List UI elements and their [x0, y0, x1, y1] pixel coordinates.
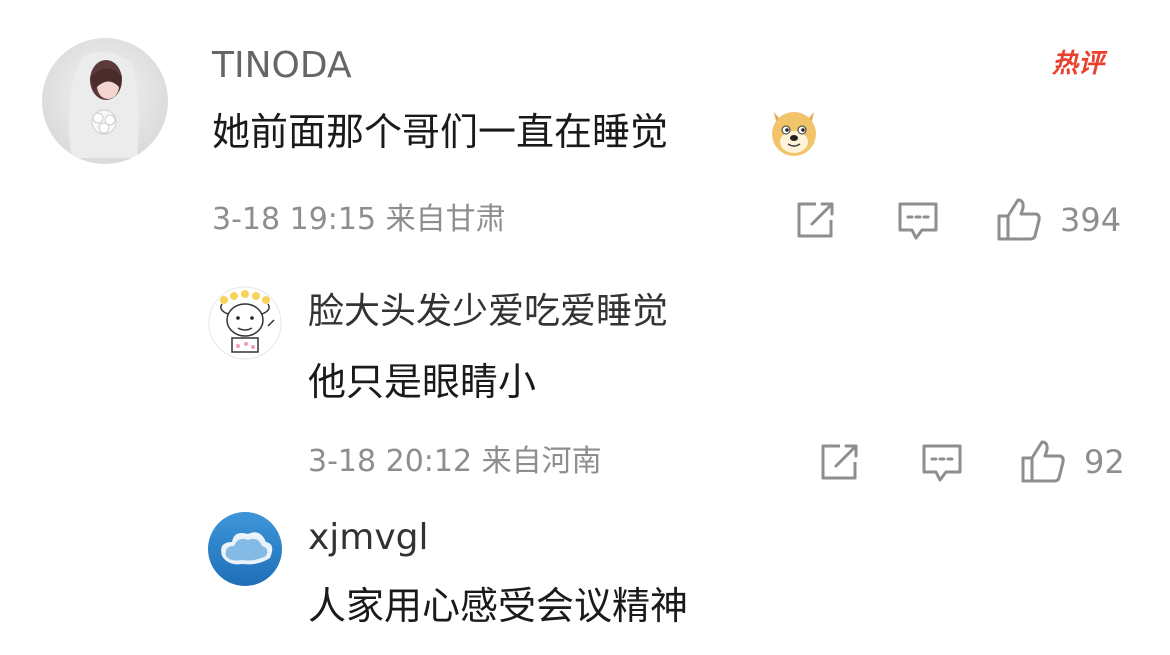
share-icon[interactable]	[818, 442, 862, 482]
like-icon[interactable]	[1020, 438, 1066, 484]
hot-comment-badge: 热评	[1052, 49, 1105, 79]
comment-text-body: 她前面那个哥们一直在睡觉	[212, 110, 669, 154]
like-count: 394	[1060, 201, 1122, 239]
comment-text: 她前面那个哥们一直在睡觉	[212, 106, 668, 158]
like-icon[interactable]	[996, 196, 1042, 242]
like-count: 92	[1084, 443, 1125, 481]
comment-text: 他只是眼睛小	[308, 360, 537, 404]
comment-username[interactable]: 脸大头发少爱吃爱睡觉	[308, 288, 668, 336]
comment-meta: 3-18 19:15 来自甘肃	[212, 202, 506, 237]
comment-icon[interactable]	[920, 442, 964, 484]
comment-text: 人家用心感受会议精神	[308, 584, 689, 628]
avatar[interactable]	[42, 38, 168, 164]
avatar[interactable]	[208, 512, 282, 586]
share-icon[interactable]	[794, 200, 838, 240]
comment-username[interactable]: xjmvgl	[308, 514, 429, 562]
comment-meta: 3-18 20:12 来自河南	[308, 444, 602, 479]
doge-emoji-icon	[768, 104, 820, 158]
comment-username[interactable]: TINODA	[212, 44, 352, 88]
avatar[interactable]	[208, 286, 282, 360]
comment-icon[interactable]	[896, 200, 940, 242]
